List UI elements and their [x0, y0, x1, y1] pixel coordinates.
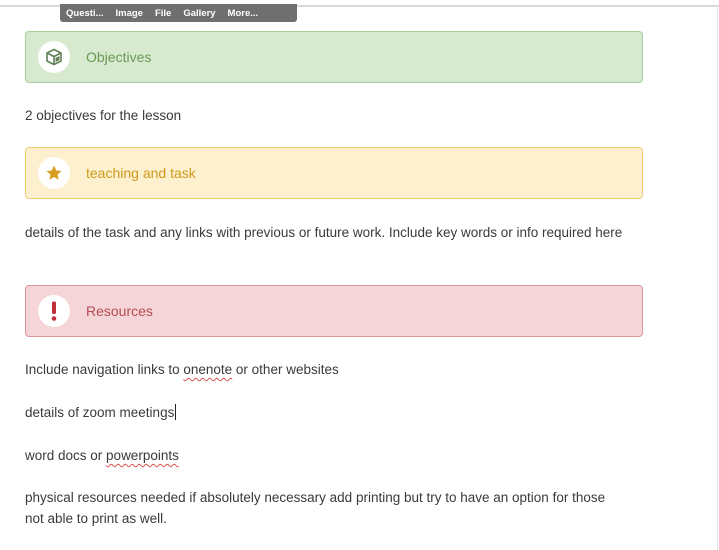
exclamation-icon: [51, 301, 57, 321]
objectives-icon-badge: [38, 41, 70, 73]
teaching-text[interactable]: details of the task and any links with p…: [25, 222, 625, 243]
resources-line-physical[interactable]: physical resources needed if absolutely …: [25, 487, 625, 529]
text-span: word docs or: [25, 448, 107, 463]
resources-callout[interactable]: Resources: [25, 285, 643, 337]
text-cursor: [175, 404, 177, 420]
resources-icon-badge: [38, 295, 70, 327]
resources-line-navigation[interactable]: Include navigation links to onenote or o…: [25, 359, 625, 380]
toolbar-image-button[interactable]: Image: [115, 8, 142, 19]
star-icon: [46, 165, 62, 180]
text-span: details of zoom meetings: [25, 405, 175, 420]
spellcheck-word[interactable]: onenote: [183, 362, 232, 377]
right-divider: [717, 5, 718, 550]
resources-line-docs[interactable]: word docs or powerpoints: [25, 445, 625, 466]
editor-toolbar: Questi... Image File Gallery More...: [60, 4, 297, 22]
text-span: or other websites: [232, 362, 339, 377]
text-span: Include navigation links to: [25, 362, 184, 377]
objectives-callout[interactable]: Objectives: [25, 31, 643, 83]
resources-title: Resources: [86, 303, 153, 319]
resources-line-zoom[interactable]: details of zoom meetings: [25, 402, 625, 423]
toolbar-question-button[interactable]: Questi...: [66, 8, 103, 19]
teaching-title: teaching and task: [86, 165, 196, 181]
teaching-icon-badge: [38, 157, 70, 189]
objectives-text[interactable]: 2 objectives for the lesson: [25, 105, 625, 126]
toolbar-file-button[interactable]: File: [155, 8, 171, 19]
cube-icon: [46, 48, 62, 66]
toolbar-more-button[interactable]: More...: [228, 8, 259, 19]
objectives-title: Objectives: [86, 49, 152, 65]
teaching-callout[interactable]: teaching and task: [25, 147, 643, 199]
toolbar-gallery-button[interactable]: Gallery: [183, 8, 215, 19]
spellcheck-word[interactable]: powerpoints: [106, 448, 179, 463]
